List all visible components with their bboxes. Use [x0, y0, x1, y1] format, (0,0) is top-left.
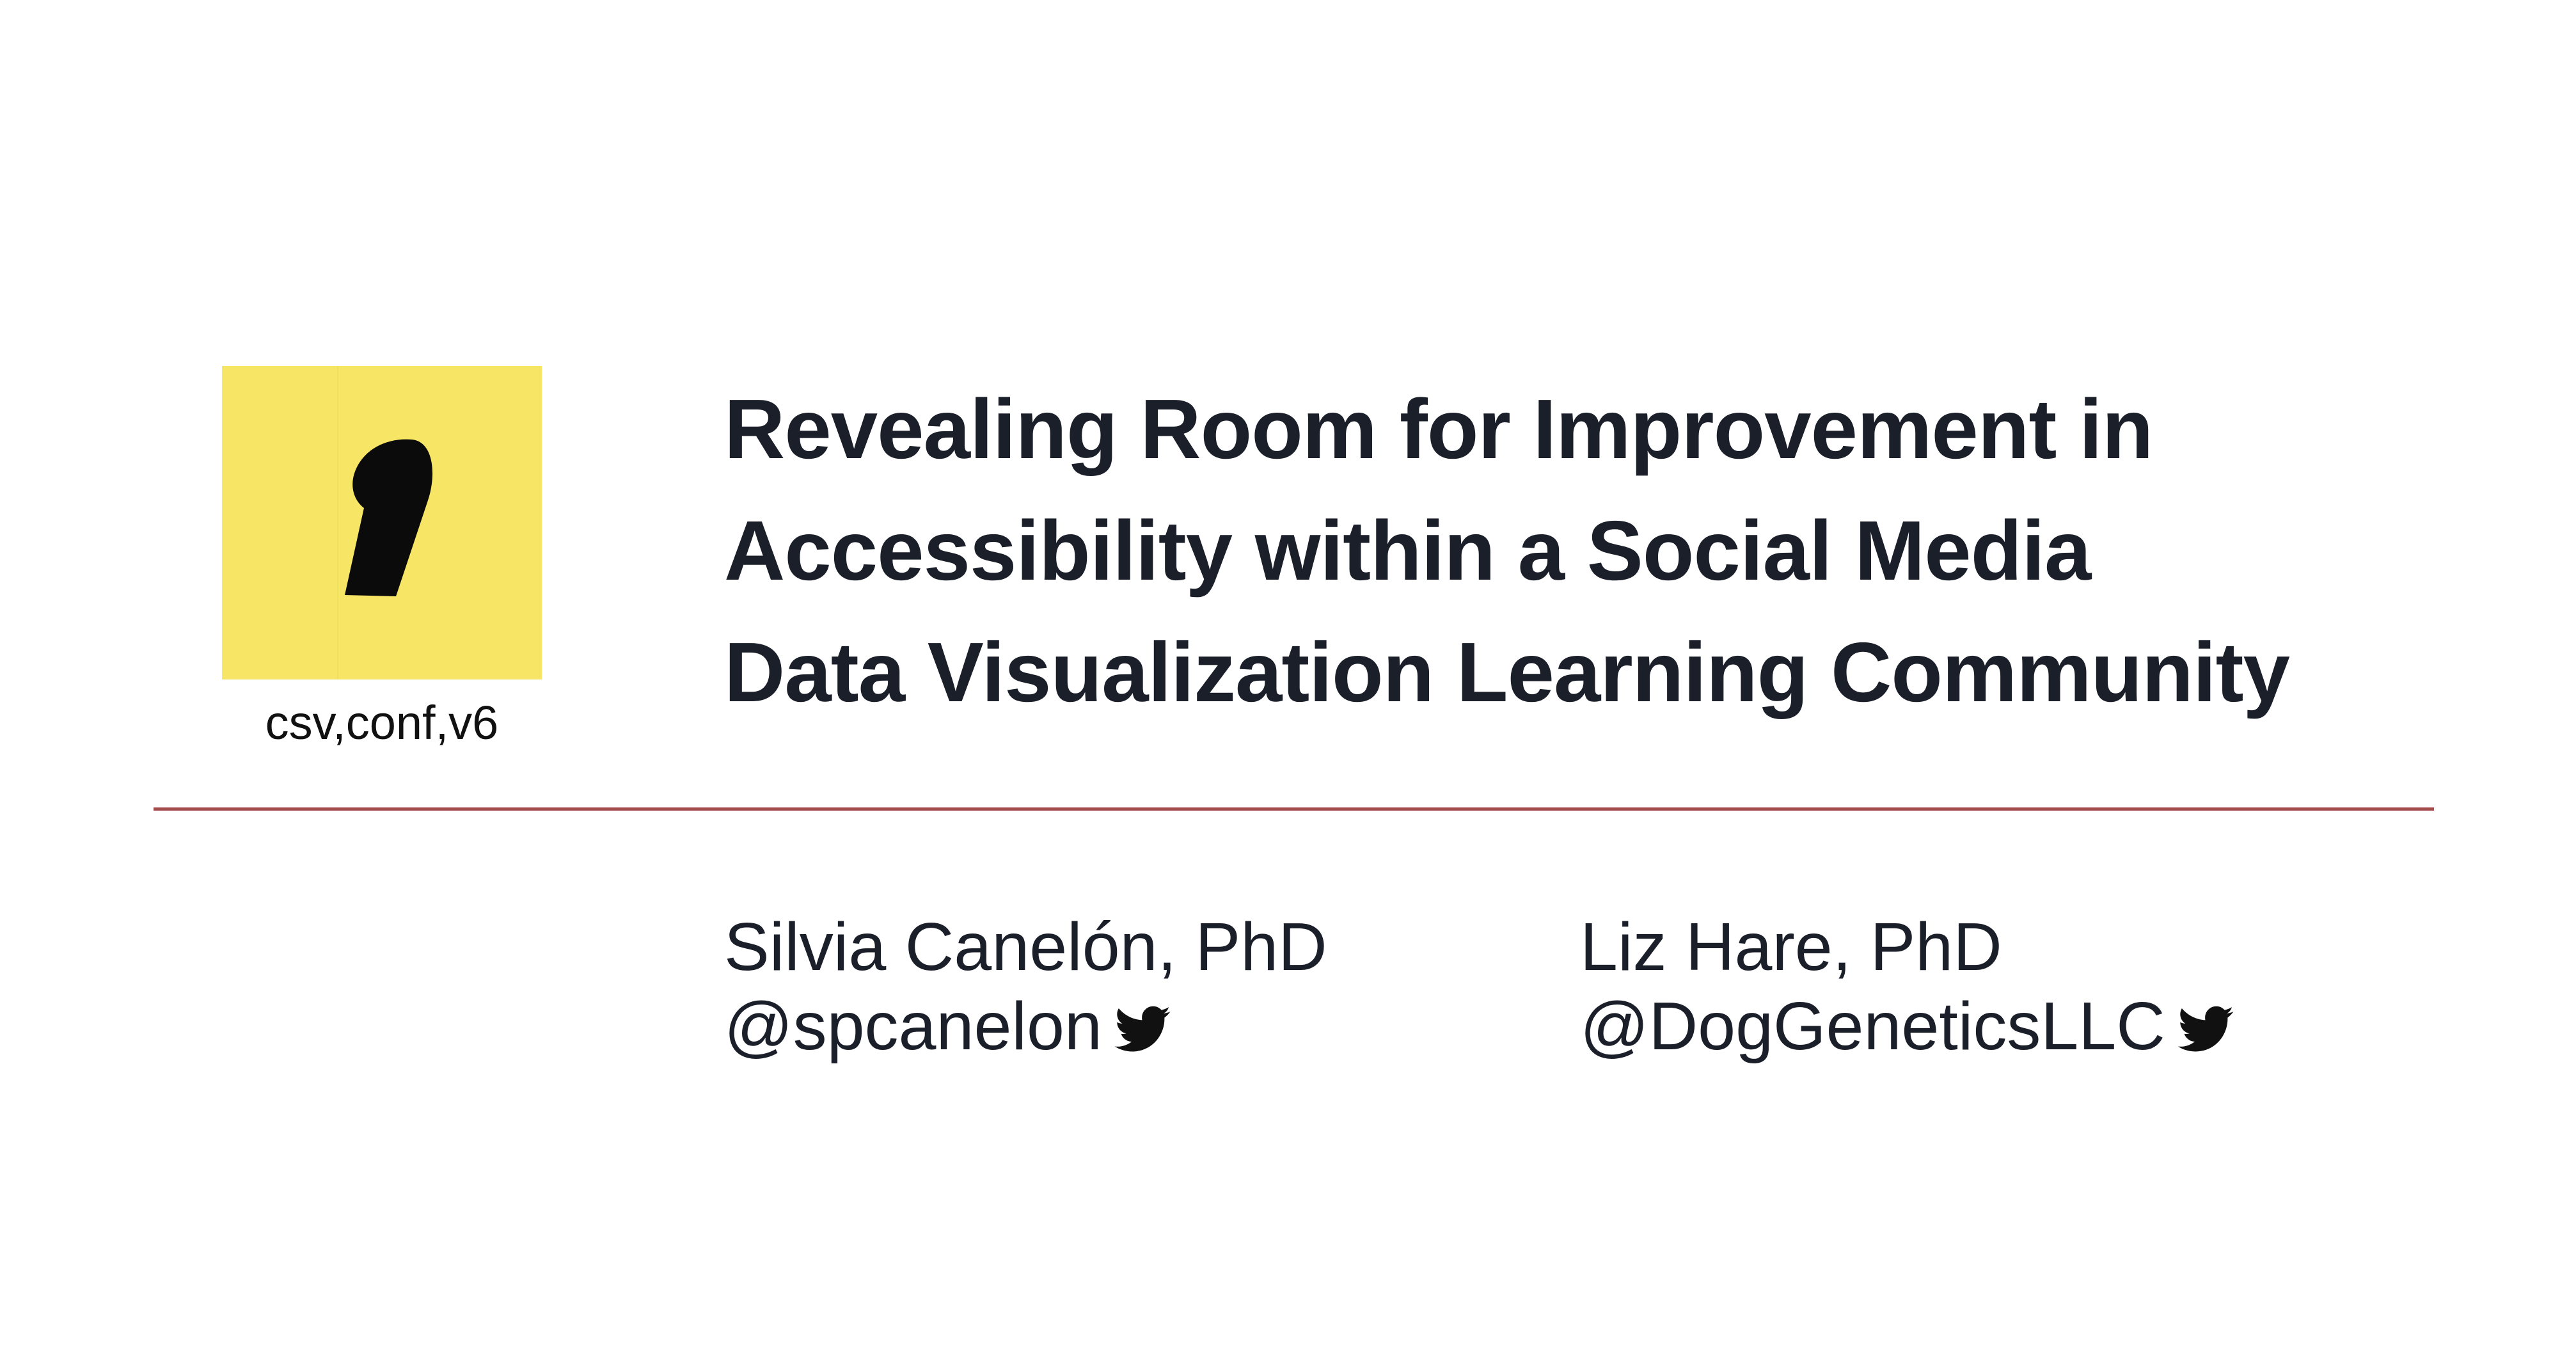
author-handle-row: @DogGeneticsLLC [1580, 987, 2234, 1066]
title-line: Data Visualization Learning Community [724, 625, 2290, 719]
author-block: Liz Hare, PhD @DogGeneticsLLC [1580, 907, 2234, 1066]
logo-caption: csv,conf,v6 [265, 696, 499, 749]
conference-logo [222, 366, 542, 679]
author-handle[interactable]: @DogGeneticsLLC [1580, 987, 2165, 1066]
author-handle[interactable]: @spcanelon [724, 987, 1102, 1066]
author-name: Liz Hare, PhD [1580, 909, 2002, 985]
title-line: Revealing Room for Improvement in [724, 382, 2153, 476]
twitter-bird-icon [1114, 1005, 1171, 1054]
horizontal-divider [154, 807, 2434, 811]
page-title: Revealing Room for Improvement in Access… [724, 369, 2451, 733]
title-line: Accessibility within a Social Media [724, 504, 2091, 598]
author-block: Silvia Canelón, PhD @spcanelon [724, 907, 1327, 1066]
comma-icon [337, 366, 433, 679]
author-name: Silvia Canelón, PhD [724, 909, 1327, 985]
author-handle-row: @spcanelon [724, 987, 1327, 1066]
twitter-bird-icon [2177, 1005, 2234, 1054]
